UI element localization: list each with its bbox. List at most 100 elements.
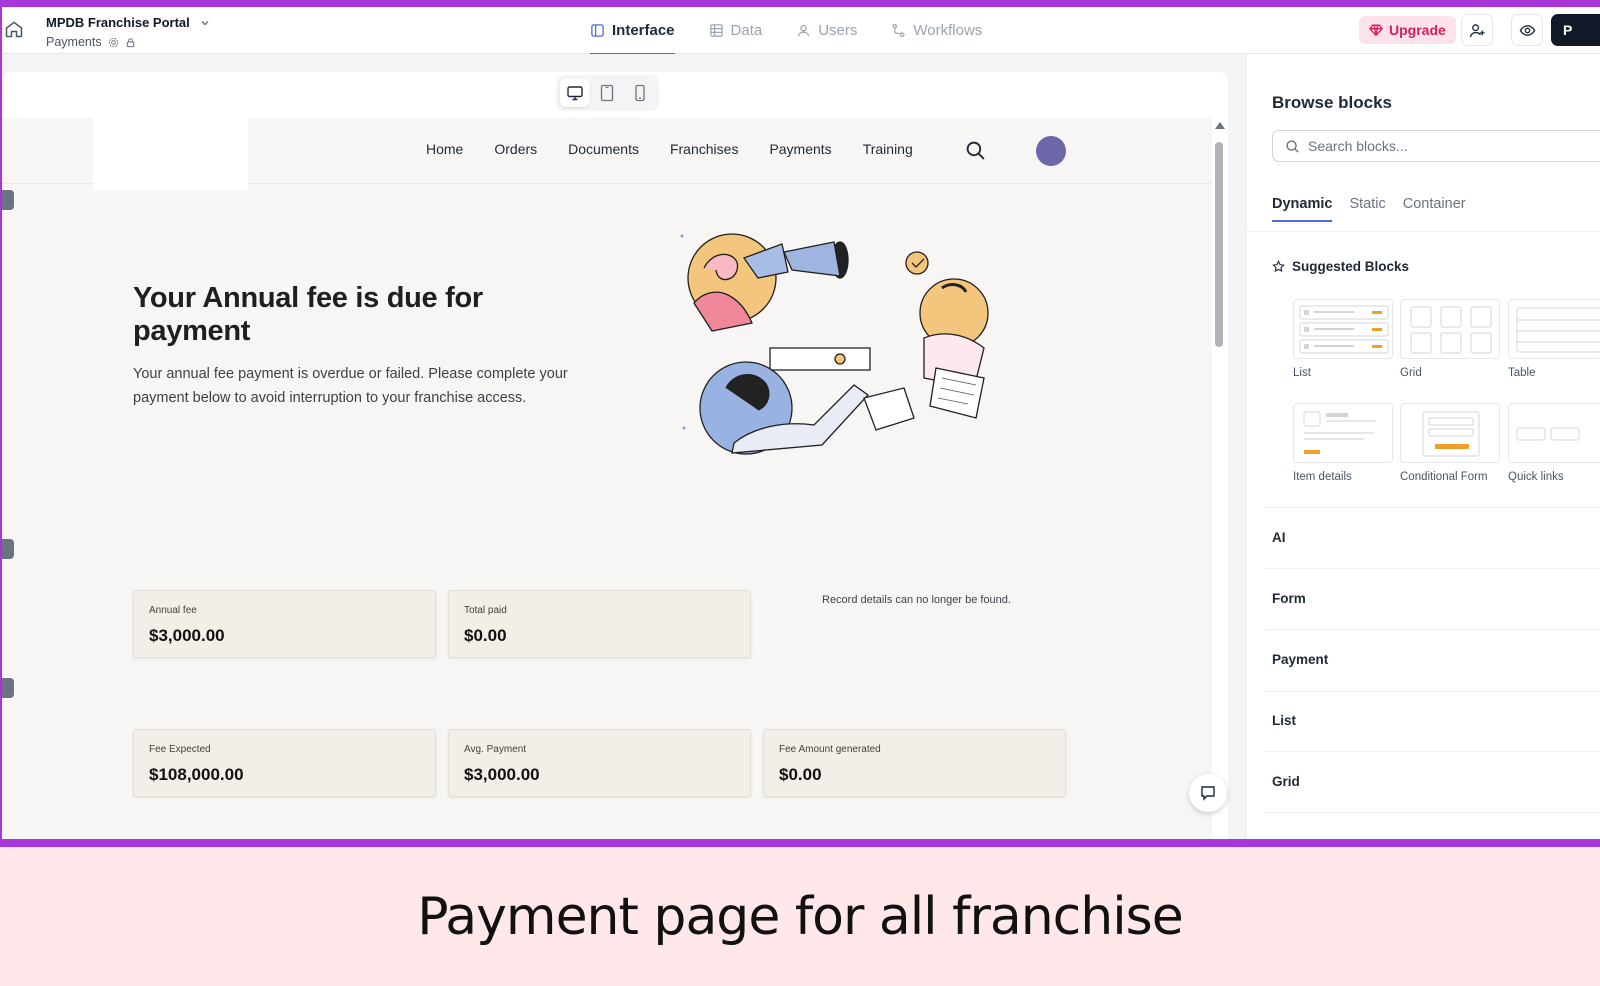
- section-payment[interactable]: Payment: [1272, 652, 1600, 667]
- settings-icon[interactable]: [108, 37, 119, 48]
- stat-label: Fee Amount generated: [779, 744, 881, 755]
- suggested-blocks-heading: Suggested Blocks: [1272, 259, 1409, 274]
- tab-data[interactable]: Data: [709, 7, 762, 54]
- builder-canvas-area: Home Orders Documents Franchises Payment…: [2, 54, 1246, 839]
- lock-icon: [126, 37, 134, 47]
- invite-user-button[interactable]: [1461, 14, 1493, 46]
- block-thumbnail-table: [1508, 299, 1600, 359]
- tab-static[interactable]: Static: [1349, 196, 1385, 222]
- block-grid[interactable]: Grid: [1400, 299, 1500, 379]
- nav-link-franchises[interactable]: Franchises: [670, 141, 738, 157]
- page-name: Payments: [46, 35, 102, 49]
- block-label: Grid: [1400, 367, 1422, 379]
- tab-interface[interactable]: Interface: [590, 7, 675, 55]
- block-label: Item details: [1293, 471, 1352, 483]
- tab-dynamic[interactable]: Dynamic: [1272, 196, 1333, 222]
- section-ai[interactable]: AI: [1272, 530, 1600, 545]
- scroll-thumb[interactable]: [1215, 142, 1223, 347]
- search-blocks-field[interactable]: [1272, 130, 1600, 162]
- workflow-icon: [892, 23, 905, 38]
- site-nav-links: Home Orders Documents Franchises Payment…: [426, 141, 913, 157]
- main-tabs: Interface Data Users Workflows: [590, 7, 982, 55]
- section-list[interactable]: List: [1272, 713, 1600, 728]
- panel-tabs: Dynamic Static Container: [1272, 196, 1466, 222]
- tab-workflows[interactable]: Workflows: [891, 7, 982, 54]
- avatar[interactable]: [1036, 136, 1066, 166]
- tablet-view-button[interactable]: [592, 79, 622, 107]
- divider: [1265, 629, 1600, 630]
- frame-border-top: [0, 0, 1600, 7]
- upgrade-label: Upgrade: [1389, 22, 1446, 38]
- stat-value: $3,000.00: [149, 626, 225, 645]
- browse-blocks-panel: Browse blocks Dynamic Static Container S…: [1246, 54, 1600, 839]
- desktop-view-button[interactable]: [560, 79, 591, 107]
- upgrade-button[interactable]: Upgrade: [1359, 16, 1456, 44]
- device-toggle: [556, 75, 659, 111]
- stat-card-annual-fee: Annual fee $3,000.00: [133, 590, 436, 658]
- block-item-details[interactable]: Item details: [1293, 403, 1393, 483]
- nav-link-training[interactable]: Training: [863, 141, 913, 157]
- layout-icon: [591, 24, 604, 37]
- page-breadcrumb[interactable]: Payments: [46, 35, 136, 49]
- stat-card-fee-expected: Fee Expected $108,000.00: [133, 729, 436, 797]
- hero-title: Your Annual fee is due for payment: [133, 282, 483, 347]
- section-form[interactable]: Form: [1272, 591, 1600, 606]
- search-blocks-input[interactable]: [1308, 138, 1568, 154]
- diamond-icon: [1369, 24, 1383, 37]
- user-icon: [797, 24, 810, 37]
- divider: [1265, 751, 1600, 752]
- block-lock-handle[interactable]: [2, 190, 14, 210]
- block-table[interactable]: Table: [1508, 299, 1600, 379]
- app-title[interactable]: MPDB Franchise Portal: [46, 15, 210, 30]
- tab-container[interactable]: Container: [1403, 196, 1466, 222]
- tab-users-label: Users: [818, 22, 858, 39]
- builder-canvas: Home Orders Documents Franchises Payment…: [2, 72, 1228, 839]
- divider: [1265, 691, 1600, 692]
- nav-link-documents[interactable]: Documents: [568, 141, 639, 157]
- hero-description: Your annual fee payment is overdue or fa…: [133, 366, 568, 406]
- mobile-view-button[interactable]: [625, 79, 655, 107]
- app-title-text: MPDB Franchise Portal: [46, 15, 190, 30]
- stat-value: $0.00: [779, 765, 822, 784]
- block-label: Conditional Form: [1400, 471, 1488, 483]
- canvas-scrollbar[interactable]: [1214, 122, 1225, 839]
- logo-placeholder: [93, 118, 248, 190]
- stat-label: Fee Expected: [149, 744, 211, 755]
- top-bar: MPDB Franchise Portal Payments Interface…: [2, 7, 1600, 55]
- publish-button[interactable]: P: [1551, 14, 1600, 46]
- add-user-icon: [1469, 23, 1485, 37]
- nav-link-payments[interactable]: Payments: [769, 141, 831, 157]
- eye-icon: [1519, 24, 1535, 36]
- block-lock-handle[interactable]: [2, 539, 14, 559]
- block-list[interactable]: List: [1293, 299, 1393, 379]
- page-preview: Home Orders Documents Franchises Payment…: [2, 118, 1212, 839]
- stat-label: Total paid: [464, 605, 507, 616]
- stat-card-total-paid: Total paid $0.00: [448, 590, 751, 658]
- block-quick-links[interactable]: Quick links: [1508, 403, 1600, 483]
- caption-text: Payment page for all franchise: [417, 886, 1183, 947]
- nav-link-orders[interactable]: Orders: [494, 141, 537, 157]
- section-grid[interactable]: Grid: [1272, 774, 1600, 789]
- preview-button[interactable]: [1511, 14, 1543, 46]
- search-icon: [1286, 139, 1299, 153]
- scroll-up-arrow[interactable]: [1215, 122, 1225, 129]
- block-label: Quick links: [1508, 471, 1564, 483]
- search-icon[interactable]: [965, 140, 986, 161]
- suggested-blocks-label: Suggested Blocks: [1292, 259, 1410, 274]
- block-lock-handle[interactable]: [2, 678, 14, 698]
- block-thumbnail-item-details: [1293, 403, 1393, 463]
- stat-value: $108,000.00: [149, 765, 244, 784]
- divider: [1265, 568, 1600, 569]
- divider: [1247, 231, 1600, 232]
- tablet-icon: [601, 84, 614, 102]
- caption-banner: Payment page for all franchise: [0, 847, 1600, 986]
- nav-link-home[interactable]: Home: [426, 141, 463, 157]
- home-icon[interactable]: [4, 19, 24, 39]
- frame-border-bottom: [0, 839, 1600, 847]
- block-conditional-form[interactable]: Conditional Form: [1400, 403, 1500, 483]
- chat-button[interactable]: [1189, 774, 1227, 812]
- tab-workflows-label: Workflows: [913, 22, 983, 39]
- desktop-icon: [567, 86, 583, 101]
- tab-users[interactable]: Users: [796, 7, 857, 54]
- tab-interface-label: Interface: [612, 22, 675, 39]
